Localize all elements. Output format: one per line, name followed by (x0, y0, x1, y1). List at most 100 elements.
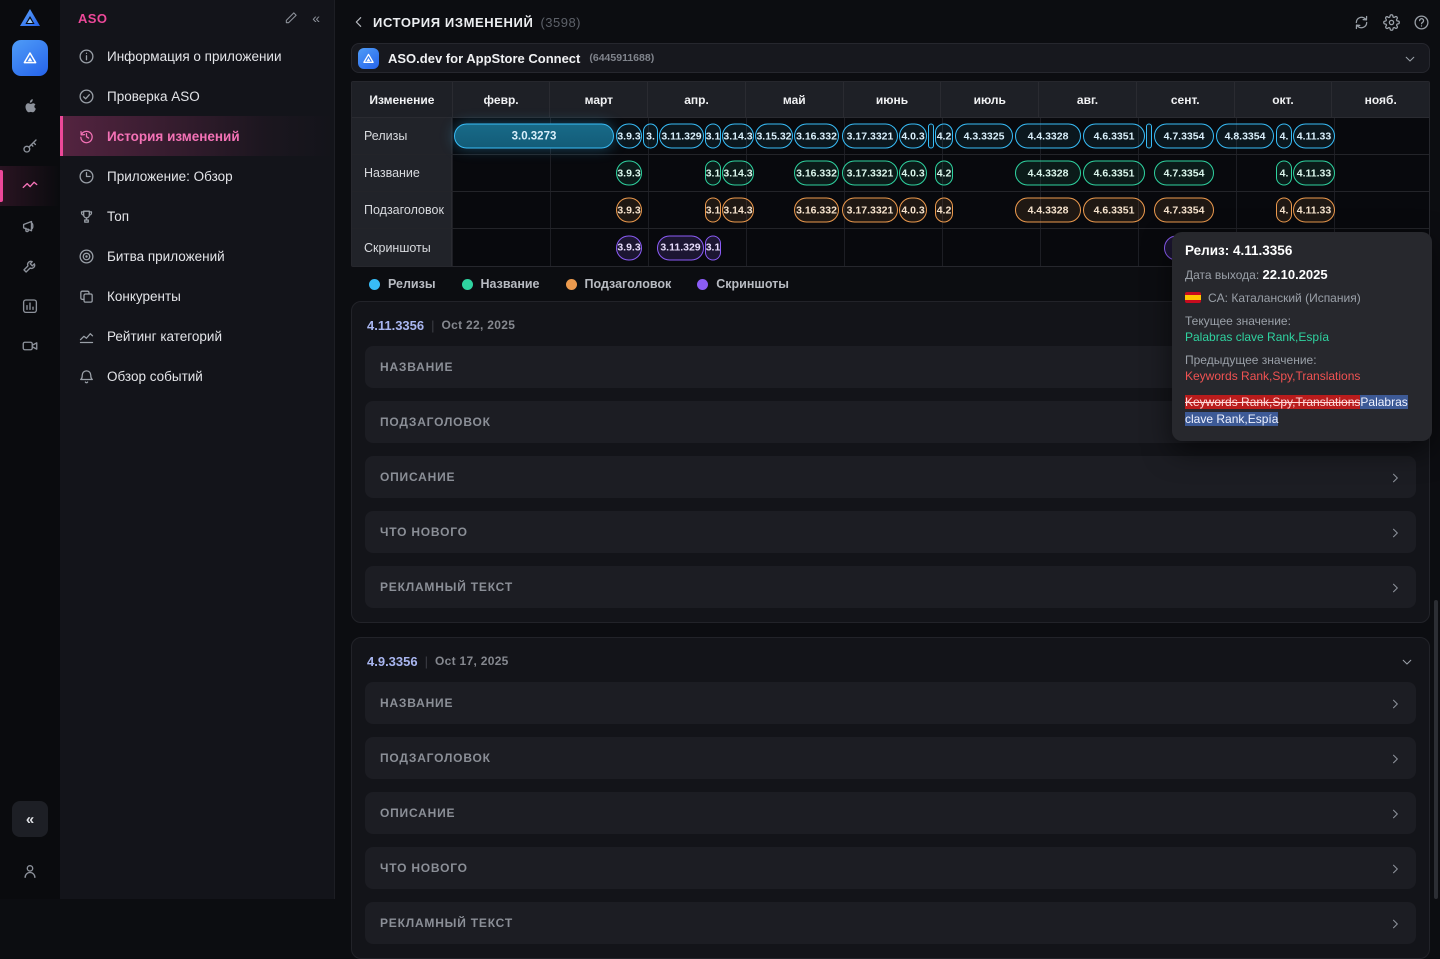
app-tile[interactable] (12, 40, 48, 76)
rail-item-apple[interactable] (0, 86, 60, 126)
sidebar-item-bell[interactable]: Обзор событий (60, 356, 334, 396)
battle-icon (78, 248, 95, 265)
scrollbar[interactable] (1434, 600, 1438, 899)
legend-item-3[interactable]: Подзаголовок (566, 277, 672, 291)
sidebar-item-label: Конкуренты (107, 289, 181, 304)
version-pill[interactable] (1146, 124, 1152, 149)
version-pill[interactable]: 3.14.3 (722, 161, 754, 186)
version-pill[interactable]: 3.14.3 (722, 124, 754, 149)
card-section-row[interactable]: ЧТО НОВОГО (365, 511, 1416, 553)
rail-item-analytics[interactable] (0, 166, 60, 206)
card-section-row[interactable]: РЕКЛАМНЫЙ ТЕКСТ (365, 566, 1416, 608)
version-pill[interactable]: 4.4.3328 (1015, 198, 1081, 223)
card-section-row[interactable]: НАЗВАНИЕ (365, 682, 1416, 724)
version-pill[interactable]: 4.2 (935, 198, 953, 223)
version-pill[interactable]: 4.6.3351 (1083, 124, 1145, 149)
app-selector[interactable]: ASO.dev for AppStore Connect (6445911688… (351, 43, 1430, 73)
version-pill[interactable]: 3.16.332 (794, 198, 839, 223)
sidebar-item-check[interactable]: Проверка ASO (60, 76, 334, 116)
version-pill[interactable]: 4.7.3354 (1154, 198, 1214, 223)
tooltip-diff-removed: Keywords Rank,Spy,Translations (1185, 395, 1360, 409)
version-pill[interactable]: 4.3.3325 (955, 124, 1013, 149)
version-pill[interactable]: 4.11.33 (1293, 198, 1335, 223)
chevron-right-icon (1388, 806, 1402, 820)
version-pill[interactable]: 3.9.3 (616, 235, 642, 260)
card-section-row[interactable]: РЕКЛАМНЫЙ ТЕКСТ (365, 902, 1416, 944)
version-pill[interactable]: 4.7.3354 (1154, 161, 1214, 186)
aso-logo[interactable] (0, 0, 60, 36)
month-header: нояб. (1331, 82, 1429, 117)
chevron-down-icon[interactable] (1400, 654, 1414, 668)
version-pill[interactable]: 4.0.3 (899, 161, 927, 186)
version-pill[interactable]: 3. (643, 124, 658, 149)
edit-icon[interactable] (270, 11, 298, 25)
version-pill[interactable]: 3.15.32 (755, 124, 793, 149)
legend-item-2[interactable]: Название (462, 277, 540, 291)
version-pill[interactable]: 3.1 (705, 235, 721, 260)
version-pill[interactable]: 4.11.33 (1293, 161, 1335, 186)
version-pill[interactable]: 3.0.3273 (454, 124, 614, 149)
version-pill[interactable]: 4.4.3328 (1015, 124, 1081, 149)
sidebar-item-history[interactable]: История изменений (60, 116, 334, 156)
card-section-row[interactable]: ЧТО НОВОГО (365, 847, 1416, 889)
wrench-icon (21, 257, 39, 275)
version-pill[interactable]: 3.9.3 (616, 161, 642, 186)
version-pill[interactable]: 3.9.3 (616, 124, 642, 149)
rail-item-media[interactable] (0, 326, 60, 366)
version-pill[interactable]: 4. (1276, 198, 1292, 223)
chevron-right-icon (1388, 580, 1402, 594)
version-pill[interactable]: 4.2 (935, 124, 953, 149)
version-pill[interactable]: 3.14.3 (722, 198, 754, 223)
sidebar-item-competitors[interactable]: Конкуренты (60, 276, 334, 316)
version-pill[interactable]: 4.8.3354 (1216, 124, 1274, 149)
version-pill[interactable]: 4. (1276, 124, 1292, 149)
legend-item-1[interactable]: Релизы (369, 277, 436, 291)
rail-item-keywords[interactable] (0, 126, 60, 166)
legend-item-4[interactable]: Скриншоты (697, 277, 789, 291)
version-pill[interactable]: 3.1 (705, 161, 721, 186)
card-section-row[interactable]: ПОДЗАГОЛОВОК (365, 737, 1416, 779)
card-section-row[interactable]: ОПИСАНИЕ (365, 456, 1416, 498)
version-pill[interactable]: 4.0.3 (899, 198, 927, 223)
version-pill[interactable]: 4.6.3351 (1083, 198, 1145, 223)
rail-item-tools[interactable] (0, 246, 60, 286)
version-pill[interactable]: 4. (1276, 161, 1292, 186)
sidebar-item-trophy[interactable]: Топ (60, 196, 334, 236)
version-pill[interactable]: 4.2 (935, 161, 953, 186)
version-pill[interactable] (928, 124, 934, 149)
version-pill[interactable]: 3.17.3321 (842, 124, 898, 149)
gear-icon[interactable] (1383, 14, 1400, 31)
version-pill[interactable]: 4.11.33 (1293, 124, 1335, 149)
version-pill[interactable]: 4.7.3354 (1154, 124, 1214, 149)
sidebar-collapse-icon[interactable]: « (312, 10, 320, 26)
version-pill[interactable]: 4.4.3328 (1015, 161, 1081, 186)
card-header[interactable]: 4.9.3356|Oct 17, 2025 (367, 650, 1414, 672)
version-pill[interactable]: 3.16.332 (794, 161, 839, 186)
tooltip-previous-value: Keywords Rank,Spy,Translations (1185, 369, 1419, 383)
timeline-header-row: Изменение февр.мартапр.майиюньиюльавг.се… (352, 82, 1429, 118)
back-icon[interactable] (351, 14, 367, 30)
version-pill[interactable]: 3.1 (705, 198, 721, 223)
version-pill[interactable]: 3.11.329 (659, 124, 704, 149)
sidebar-item-battle[interactable]: Битва приложений (60, 236, 334, 276)
sidebar-item-info[interactable]: Информация о приложении (60, 36, 334, 76)
rail-collapse-button[interactable]: « (12, 801, 48, 837)
version-pill[interactable]: 3.9.3 (616, 198, 642, 223)
version-pill[interactable]: 3.1 (705, 124, 721, 149)
rail-item-promo[interactable] (0, 206, 60, 246)
rail-item-account[interactable] (0, 851, 60, 891)
refresh-icon[interactable] (1353, 14, 1370, 31)
version-pill[interactable]: 4.0.3 (899, 124, 927, 149)
app-id: (6445911688) (589, 52, 654, 64)
version-pill[interactable]: 3.17.3321 (842, 198, 898, 223)
version-pill[interactable]: 4.6.3351 (1083, 161, 1145, 186)
sidebar-item-rating[interactable]: Рейтинг категорий (60, 316, 334, 356)
card-section-row[interactable]: ОПИСАНИЕ (365, 792, 1416, 834)
version-pill[interactable]: 3.17.3321 (842, 161, 898, 186)
version-pill[interactable]: 3.16.332 (794, 124, 839, 149)
section-label: НАЗВАНИЕ (380, 360, 453, 374)
help-icon[interactable] (1413, 14, 1430, 31)
sidebar-item-clock[interactable]: Приложение: Обзор (60, 156, 334, 196)
rail-item-reports[interactable] (0, 286, 60, 326)
version-pill[interactable]: 3.11.329 (657, 235, 704, 260)
